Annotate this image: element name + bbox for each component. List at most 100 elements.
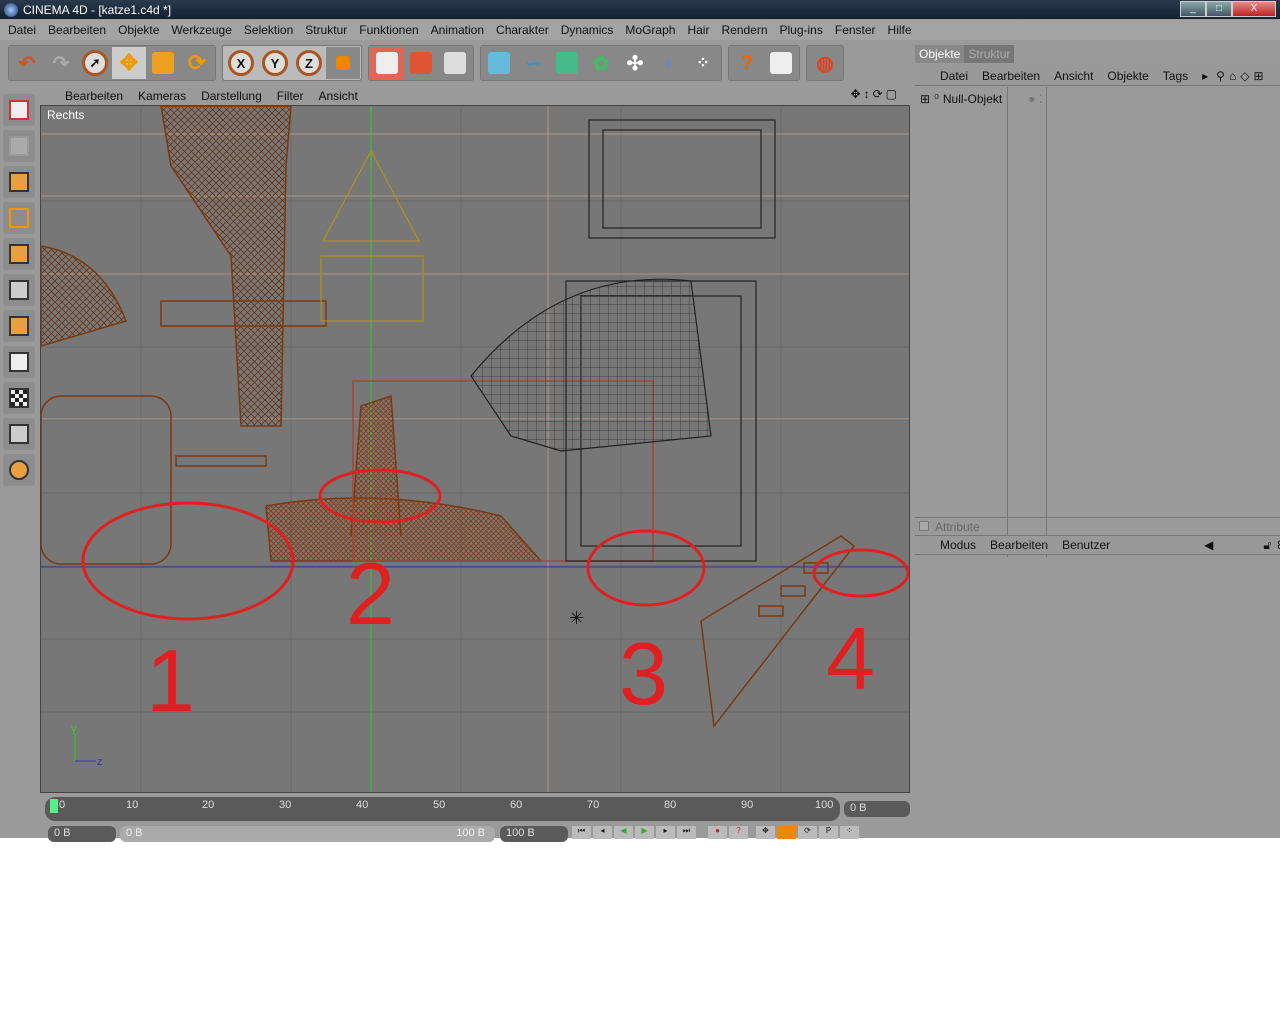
render-picture-viewer-button[interactable] — [404, 47, 438, 79]
viewport-menu-darstellung[interactable]: Darstellung — [201, 89, 262, 103]
current-frame-field[interactable]: 0 B — [844, 801, 910, 817]
pan-icon[interactable]: ✥ — [851, 87, 864, 101]
rotate-button[interactable]: ⟳ — [180, 47, 214, 79]
menu-mograph[interactable]: MoGraph — [625, 23, 675, 37]
objects-menu-objekte[interactable]: Objekte — [1107, 69, 1148, 83]
viewport-menu-bearbeiten[interactable]: Bearbeiten — [65, 89, 123, 103]
zoom-icon[interactable]: ↕ — [864, 87, 873, 101]
points-mode-button[interactable] — [3, 238, 35, 270]
eye-icon[interactable]: ◇ — [1240, 69, 1249, 83]
keyframe-points-button[interactable]: ⁘ — [840, 826, 859, 839]
attributes-menu-bearbeiten[interactable]: Bearbeiten — [990, 538, 1048, 552]
objects-menu-datei[interactable]: Datei — [940, 69, 968, 83]
close-button[interactable]: X — [1232, 1, 1276, 17]
autokey-button[interactable]: ? — [729, 826, 748, 839]
viewport-menu-kameras[interactable]: Kameras — [138, 89, 186, 103]
end-frame-field[interactable]: 100 B — [500, 826, 568, 842]
browser-button[interactable]: ◍ — [808, 47, 842, 79]
menu-plugins[interactable]: Plug-ins — [780, 23, 823, 37]
render-settings-button[interactable] — [438, 47, 472, 79]
y-axis-button[interactable]: Y — [258, 47, 292, 79]
maximize-button[interactable]: □ — [1206, 1, 1232, 17]
x-axis-button[interactable]: X — [224, 47, 258, 79]
menu-datei[interactable]: Datei — [8, 23, 36, 37]
texture-axis-button[interactable] — [3, 382, 35, 414]
help-table-button[interactable] — [764, 47, 798, 79]
tab-struktur[interactable]: Struktur — [964, 45, 1015, 63]
attributes-checkbox[interactable] — [919, 521, 929, 531]
menu-dynamics[interactable]: Dynamics — [561, 23, 614, 37]
playhead[interactable] — [50, 799, 58, 813]
more-arrow-icon[interactable]: ▸ — [1202, 69, 1208, 83]
start-frame-field[interactable]: 0 B — [48, 826, 116, 842]
next-frame-button[interactable]: ▸ — [656, 826, 675, 839]
coordinate-system-button[interactable] — [326, 47, 360, 79]
object-mode-button[interactable] — [3, 166, 35, 198]
viewport-menu-filter[interactable]: Filter — [277, 89, 304, 103]
home-icon[interactable]: ⌂ — [1229, 69, 1236, 83]
menu-objekte[interactable]: Objekte — [118, 23, 159, 37]
menu-werkzeuge[interactable]: Werkzeuge — [171, 23, 231, 37]
render-view-button[interactable] — [370, 47, 404, 79]
menu-fenster[interactable]: Fenster — [835, 23, 876, 37]
menu-hair[interactable]: Hair — [687, 23, 709, 37]
visibility-dots-icon[interactable]: ● ⁚ — [1028, 92, 1042, 106]
play-backward-button[interactable]: ◀ — [614, 826, 633, 839]
live-selection-button[interactable]: ➚ — [78, 47, 112, 79]
keyframe-scale-button[interactable] — [777, 826, 796, 839]
help-pointer-button[interactable]: ? — [730, 47, 764, 79]
viewport-menu-ansicht[interactable]: Ansicht — [318, 89, 357, 103]
menu-funktionen[interactable]: Funktionen — [359, 23, 418, 37]
objects-menu-tags[interactable]: Tags — [1163, 69, 1188, 83]
keyframe-rotation-button[interactable]: ⟳ — [798, 826, 817, 839]
lock-icon[interactable]: 🔓︎ — [1263, 538, 1271, 553]
redo-button[interactable]: ↷ — [44, 47, 78, 79]
keyframe-position-button[interactable]: ✥ — [756, 826, 775, 839]
viewport-right[interactable]: 1 2 3 4 ✳ y z Rechts — [40, 105, 910, 793]
undo-button[interactable]: ↶ — [10, 47, 44, 79]
menu-animation[interactable]: Animation — [431, 23, 484, 37]
back-arrow-icon[interactable]: ◀ — [1204, 538, 1213, 552]
record-button[interactable]: ● — [708, 826, 727, 839]
array-button[interactable]: ✿ — [584, 47, 618, 79]
particles-button[interactable]: ⁘ — [686, 47, 720, 79]
texture-mode-button[interactable] — [3, 346, 35, 378]
menu-struktur[interactable]: Struktur — [305, 23, 347, 37]
menu-charakter[interactable]: Charakter — [496, 23, 549, 37]
menu-rendern[interactable]: Rendern — [721, 23, 767, 37]
spline-button[interactable]: ∽ — [516, 47, 550, 79]
z-axis-button[interactable]: Z — [292, 47, 326, 79]
environment-button[interactable]: ◗ — [652, 47, 686, 79]
maximize-view-icon[interactable]: ▢ — [886, 87, 900, 101]
axis-mode-button[interactable] — [3, 202, 35, 234]
range-slider[interactable]: 0 B 100 B — [120, 826, 495, 842]
objects-menu-ansicht[interactable]: Ansicht — [1054, 69, 1093, 83]
go-to-end-button[interactable]: ⏭ — [677, 826, 696, 839]
deformer-button[interactable]: ✣ — [618, 47, 652, 79]
cube-button[interactable] — [482, 47, 516, 79]
menu-bearbeiten[interactable]: Bearbeiten — [48, 23, 106, 37]
tweak-button[interactable] — [3, 454, 35, 486]
objects-menu-bearbeiten[interactable]: Bearbeiten — [982, 69, 1040, 83]
expand-icon[interactable]: ⊞ — [920, 92, 930, 106]
menu-hilfe[interactable]: Hilfe — [888, 23, 912, 37]
edges-mode-button[interactable] — [3, 274, 35, 306]
keyframe-param-button[interactable]: P — [819, 826, 838, 839]
search-icon[interactable]: ⚲ — [1216, 69, 1225, 83]
layout-button[interactable] — [3, 94, 35, 126]
menu-selektion[interactable]: Selektion — [244, 23, 293, 37]
workplane-button[interactable] — [3, 418, 35, 450]
play-forward-button[interactable]: ▶ — [635, 826, 654, 839]
model-mode-button[interactable] — [3, 130, 35, 162]
list-item[interactable]: ⊞ ⁰ Null-Objekt ● ⁚ — [915, 87, 1280, 106]
timeline-slider[interactable]: 0 10 20 30 40 50 60 70 80 90 100 — [45, 797, 840, 821]
nurbs-button[interactable] — [550, 47, 584, 79]
tab-objekte[interactable]: Objekte — [915, 45, 965, 63]
minimize-button[interactable]: _ — [1180, 1, 1206, 17]
prev-frame-button[interactable]: ◂ — [593, 826, 612, 839]
polygons-mode-button[interactable] — [3, 310, 35, 342]
new-panel-icon[interactable]: ⊞ — [1253, 69, 1263, 83]
move-button[interactable]: ✥ — [112, 47, 146, 79]
go-to-start-button[interactable]: ⏮ — [572, 826, 591, 839]
orbit-icon[interactable]: ⟳ — [873, 87, 886, 101]
